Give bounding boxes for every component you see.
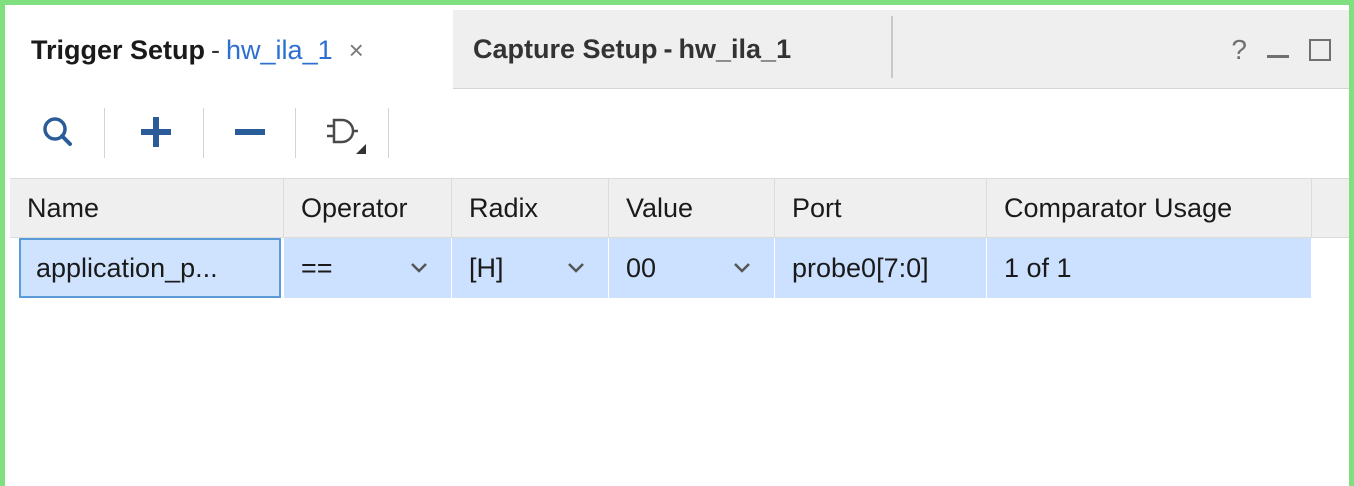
toolbar-separator — [104, 108, 105, 158]
column-header-port[interactable]: Port — [775, 179, 987, 238]
operator-value: == — [301, 252, 333, 283]
name-cell[interactable]: application_p... — [19, 238, 281, 298]
trigger-setup-panel: Trigger Setup - hw_ila_1 × Capture Setup… — [0, 0, 1354, 486]
tab-title: Capture Setup — [473, 34, 658, 64]
column-header-operator[interactable]: Operator — [284, 179, 452, 238]
operator-cell[interactable]: == — [284, 238, 452, 298]
tab-subtitle: hw_ila_1 — [678, 34, 792, 64]
table-row[interactable]: application_p... == [H] 00 probe0[7:0] 1… — [10, 238, 1312, 300]
chevron-down-icon[interactable] — [409, 258, 429, 278]
tab-title: Trigger Setup — [31, 34, 206, 65]
tab-subtitle: hw_ila_1 — [226, 34, 333, 65]
tab-divider — [891, 16, 893, 78]
search-icon[interactable] — [36, 110, 80, 154]
tab-separator: - — [663, 34, 673, 64]
tab-trigger-setup[interactable]: Trigger Setup - hw_ila_1 × — [10, 10, 453, 90]
column-header-name[interactable]: Name — [10, 179, 284, 238]
window-controls: ? — [1231, 10, 1331, 89]
value-cell[interactable]: 00 — [609, 238, 775, 298]
tab-separator: - — [211, 34, 221, 65]
toolbar-separator — [388, 108, 389, 158]
tab-capture-setup[interactable]: Capture Setup - hw_ila_1 — [473, 10, 791, 89]
toolbar-separator — [295, 108, 296, 158]
tab-bar: Trigger Setup - hw_ila_1 × Capture Setup… — [10, 10, 1349, 90]
maximize-icon[interactable] — [1309, 38, 1331, 61]
column-header-comparator-usage[interactable]: Comparator Usage — [987, 179, 1312, 238]
toolbar — [10, 90, 1349, 178]
comparator-usage-cell: 1 of 1 — [987, 238, 1312, 298]
close-icon[interactable]: × — [349, 35, 364, 66]
logic-gate-icon[interactable] — [322, 110, 366, 154]
column-header-value[interactable]: Value — [609, 179, 775, 238]
help-icon[interactable]: ? — [1231, 34, 1247, 66]
chevron-down-icon[interactable] — [732, 258, 752, 278]
remove-icon[interactable] — [228, 110, 272, 154]
minimize-icon[interactable] — [1267, 55, 1289, 58]
chevron-down-icon[interactable] — [566, 258, 586, 278]
column-header-radix[interactable]: Radix — [452, 179, 609, 238]
port-cell: probe0[7:0] — [775, 238, 987, 298]
table-header: Name Operator Radix Value Port Comparato… — [10, 178, 1349, 238]
add-icon[interactable] — [134, 110, 178, 154]
radix-value: [H] — [469, 252, 504, 283]
toolbar-separator — [203, 108, 204, 158]
value-value: 00 — [626, 252, 657, 283]
radix-cell[interactable]: [H] — [452, 238, 609, 298]
